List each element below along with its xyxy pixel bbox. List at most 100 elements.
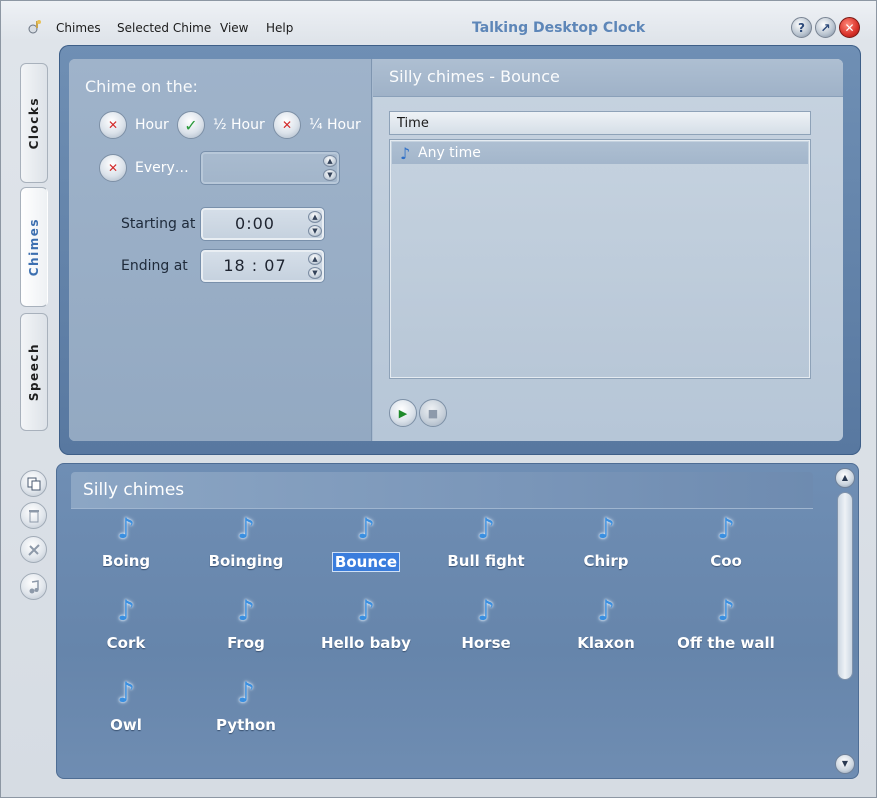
tab-clocks[interactable]: Clocks xyxy=(20,63,48,183)
every-up-button[interactable]: ▲ xyxy=(323,155,337,167)
sound-label: Chirp xyxy=(583,552,629,570)
sound-item[interactable]: ♪ Coo xyxy=(666,512,786,584)
chime-settings-panel: Chime on the: ✕ Hour ✓ ½ Hour ✕ ¼ Hour ✕… xyxy=(59,45,861,455)
music-note-icon: ♪ xyxy=(237,676,255,709)
close-button[interactable]: ✕ xyxy=(839,17,860,38)
music-note-icon: ♪ xyxy=(117,676,135,709)
sound-label: Bounce xyxy=(331,552,401,572)
ending-down-button[interactable]: ▼ xyxy=(308,267,322,279)
selected-chime-title: Silly chimes - Bounce xyxy=(389,67,560,86)
delete-chime-button[interactable] xyxy=(20,502,47,529)
ending-at-spinner[interactable]: 18 : 07 ▲ ▼ xyxy=(200,249,325,283)
group-header: Silly chimes xyxy=(71,472,813,508)
tools-icon xyxy=(27,543,40,556)
copy-chime-button[interactable] xyxy=(20,470,47,497)
starting-down-button[interactable]: ▼ xyxy=(308,225,322,237)
sound-item[interactable]: ♪ Boing xyxy=(66,512,186,584)
cross-icon: ✕ xyxy=(107,118,119,132)
menu-view[interactable]: View xyxy=(220,21,248,35)
tab-chimes[interactable]: Chimes xyxy=(20,187,48,307)
down-arrow-icon: ▼ xyxy=(327,171,333,179)
sound-item[interactable]: ♪ Chirp xyxy=(546,512,666,584)
sound-label: Boing xyxy=(101,552,151,570)
sound-item[interactable]: ♪ Hello baby xyxy=(306,594,426,666)
cross-icon: ✕ xyxy=(281,118,293,132)
sound-label: Python xyxy=(216,716,276,734)
tools-button[interactable] xyxy=(20,536,47,563)
check-icon: ✓ xyxy=(184,115,198,135)
tab-speech[interactable]: Speech xyxy=(20,313,48,431)
music-note-icon: ♪ xyxy=(237,594,255,627)
sound-item[interactable]: ♪ Horse xyxy=(426,594,546,666)
time-column-label: Time xyxy=(397,116,429,131)
play-button[interactable]: ▶ xyxy=(389,399,417,427)
music-note-icon: ♪ xyxy=(717,594,735,627)
sound-item[interactable]: ♪ Boinging xyxy=(186,512,306,584)
half-hour-checkbox[interactable]: ✓ xyxy=(177,111,205,139)
every-down-button[interactable]: ▼ xyxy=(323,169,337,181)
tab-chimes-label: Chimes xyxy=(27,217,41,277)
down-arrow-icon: ▼ xyxy=(841,759,849,768)
up-arrow-icon: ▲ xyxy=(841,473,849,482)
app-icon xyxy=(28,20,41,34)
half-hour-label: ½ Hour xyxy=(213,117,265,133)
music-note-icon: ♪ xyxy=(597,594,615,627)
help-icon: ? xyxy=(798,20,805,35)
every-label: Every… xyxy=(135,160,189,176)
sound-item[interactable]: ♪ Owl xyxy=(66,676,186,748)
music-note-icon: ♪ xyxy=(477,512,495,545)
stop-icon: ■ xyxy=(427,406,439,420)
down-arrow-icon: ▼ xyxy=(312,227,318,235)
sound-label: Horse xyxy=(461,634,511,652)
sound-item[interactable]: ♪ Off the wall xyxy=(666,594,786,666)
chime-settings-inner: Chime on the: ✕ Hour ✓ ½ Hour ✕ ¼ Hour ✕… xyxy=(69,59,843,441)
sound-item[interactable]: ♪ Bull fight xyxy=(426,512,546,584)
starting-at-spinner[interactable]: 0:00 ▲ ▼ xyxy=(200,207,325,241)
group-title: Silly chimes xyxy=(83,480,185,500)
tab-speech-label: Speech xyxy=(27,342,41,402)
selected-chime-pane: Silly chimes - Bounce Time ♪ Any time ▶ … xyxy=(373,59,843,441)
time-column-header[interactable]: Time xyxy=(389,111,811,135)
sound-item[interactable]: ♪ Frog xyxy=(186,594,306,666)
hour-checkbox[interactable]: ✕ xyxy=(99,111,127,139)
starting-up-button[interactable]: ▲ xyxy=(308,211,322,223)
sound-label: Bull fight xyxy=(447,552,525,570)
copy-icon xyxy=(27,477,40,490)
vertical-scrollbar[interactable]: ▲ ▼ xyxy=(831,464,858,778)
sound-label: Owl xyxy=(110,716,142,734)
ending-at-label: Ending at xyxy=(121,258,188,274)
menu-chimes[interactable]: Chimes xyxy=(56,21,101,35)
scroll-thumb[interactable] xyxy=(837,492,853,680)
sound-label: Off the wall xyxy=(677,634,775,652)
music-note-icon xyxy=(29,579,39,593)
menu-help[interactable]: Help xyxy=(266,21,293,35)
ending-up-button[interactable]: ▲ xyxy=(308,253,322,265)
music-note-icon: ♪ xyxy=(357,594,375,627)
every-spinner[interactable]: ▲ ▼ xyxy=(200,151,340,185)
hour-label: Hour xyxy=(135,117,169,133)
ending-at-value: 18 : 07 xyxy=(223,256,287,275)
cross-icon: ✕ xyxy=(107,161,119,175)
minimize-button[interactable]: ↗ xyxy=(815,17,836,38)
help-button[interactable]: ? xyxy=(791,17,812,38)
play-icon: ▶ xyxy=(398,406,408,420)
music-note-icon: ♪ xyxy=(237,512,255,545)
sound-label: Klaxon xyxy=(577,634,635,652)
scroll-down-button[interactable]: ▼ xyxy=(835,754,855,774)
quarter-hour-checkbox[interactable]: ✕ xyxy=(273,111,301,139)
sound-item[interactable]: ♪ Python xyxy=(186,676,306,748)
sound-item[interactable]: ♪ Klaxon xyxy=(546,594,666,666)
music-note-icon: ♪ xyxy=(477,594,495,627)
table-row[interactable]: ♪ Any time xyxy=(392,142,808,164)
sound-item[interactable]: ♪ Bounce xyxy=(306,512,426,584)
stop-button[interactable]: ■ xyxy=(419,399,447,427)
chime-on-title: Chime on the: xyxy=(85,77,198,96)
menu-selected-chime[interactable]: Selected Chime xyxy=(117,21,211,35)
group-divider xyxy=(71,508,813,509)
music-note-icon: ♪ xyxy=(717,512,735,545)
scroll-up-button[interactable]: ▲ xyxy=(835,468,855,488)
sound-item[interactable]: ♪ Cork xyxy=(66,594,186,666)
sound-button[interactable] xyxy=(20,573,47,600)
every-checkbox[interactable]: ✕ xyxy=(99,154,127,182)
music-note-icon: ♪ xyxy=(117,512,135,545)
